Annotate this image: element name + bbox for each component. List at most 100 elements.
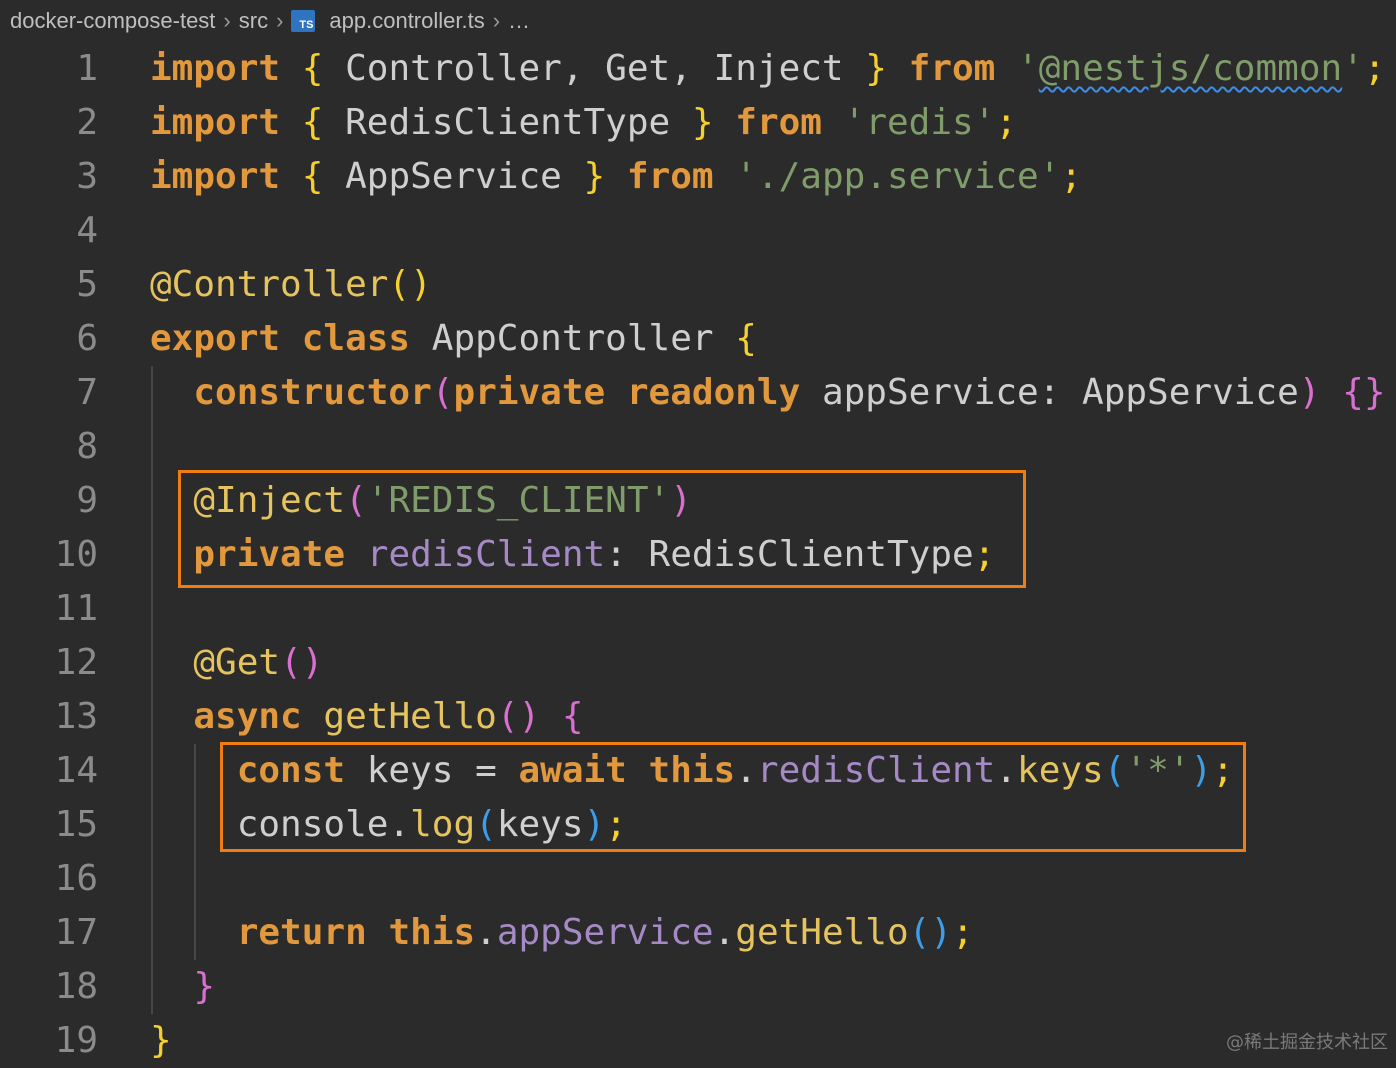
line-number: 12 [54, 642, 98, 683]
code-token: ; [952, 912, 974, 953]
line-number: 14 [54, 750, 98, 791]
code-token: { [301, 102, 324, 143]
code-token: getHello [323, 696, 497, 737]
code-token: { [301, 48, 324, 89]
line-number: 15 [54, 804, 98, 845]
code-text: async getHello() { [150, 690, 583, 744]
code-token: class [301, 318, 411, 359]
code-token: () [280, 642, 324, 683]
code-token: { [301, 156, 324, 197]
code-token: () [496, 696, 541, 737]
highlight-box-redis-injection [178, 470, 1026, 588]
code-token: ) [1298, 372, 1321, 413]
code-token: . [713, 912, 736, 953]
breadcrumb-folder-project[interactable]: docker-compose-test [10, 8, 215, 34]
code-token: import [150, 102, 281, 143]
code-token: @Controller [150, 264, 389, 305]
code-token: from [626, 156, 714, 197]
line-number: 9 [76, 480, 98, 521]
code-token: ( [431, 372, 454, 413]
code-text: import { Controller, Get, Inject } from … [150, 42, 1386, 96]
code-token: constructor [193, 372, 432, 413]
code-token: import [150, 48, 281, 89]
code-text: import { RedisClientType } from 'redis'; [150, 96, 1017, 150]
code-token: RedisClientType [323, 102, 692, 143]
code-text: import { AppService } from './app.servic… [150, 150, 1082, 204]
code-token: ; [1060, 156, 1083, 197]
line-number: 3 [76, 156, 98, 197]
code-editor[interactable]: docker-compose-test › src › TS app.contr… [0, 0, 1396, 1061]
code-token: () [908, 912, 953, 953]
code-text: @Get() [150, 636, 323, 690]
line-number: 10 [54, 534, 98, 575]
code-text: } [150, 960, 215, 1014]
chevron-right-icon: › [276, 8, 284, 33]
highlight-box-redis-keys-call [220, 742, 1246, 852]
code-token: private [453, 372, 606, 413]
line-number: 13 [54, 696, 98, 737]
code-token: this [388, 912, 476, 953]
line-number: 18 [54, 966, 98, 1007]
code-token: return [236, 912, 367, 953]
line-number: 11 [54, 588, 98, 629]
code-token: readonly [626, 372, 801, 413]
breadcrumb-folder-src[interactable]: src [239, 8, 268, 34]
code-token: } [691, 102, 714, 143]
code-token: } [865, 48, 887, 89]
code-token: ' [1342, 48, 1364, 89]
code-token: ; [995, 102, 1018, 143]
code-token: ; [1363, 48, 1386, 89]
code-token: async [193, 696, 302, 737]
indent-guide-class-body [151, 366, 153, 1014]
line-number: 7 [76, 372, 98, 413]
code-token: './app.service' [735, 156, 1061, 197]
typescript-file-icon: TS [291, 10, 316, 32]
code-text: return this.appService.getHello(); [150, 906, 974, 960]
line-number: 6 [76, 318, 98, 359]
line-number: 2 [76, 102, 98, 143]
code-token: } [583, 156, 606, 197]
breadcrumb-file[interactable]: app.controller.ts [329, 8, 484, 34]
line-number: 17 [54, 912, 98, 953]
code-token: import [150, 156, 281, 197]
code-token: AppController [410, 318, 736, 359]
indent-guide-method-body [194, 744, 196, 960]
line-number: 5 [76, 264, 98, 305]
code-token: () [388, 264, 432, 305]
code-token: AppService [323, 156, 584, 197]
code-token: { [735, 318, 757, 359]
line-number: 1 [76, 48, 98, 89]
code-token: export [150, 318, 281, 359]
code-token: from [735, 102, 822, 143]
code-token: } [193, 966, 216, 1007]
line-number: 8 [76, 426, 98, 467]
code-token: @nestjs/common [1038, 48, 1343, 89]
code-token: appService: AppService [800, 372, 1299, 413]
breadcrumb: docker-compose-test › src › TS app.contr… [10, 4, 530, 38]
watermark: @稀土掘金技术社区 [1226, 1032, 1388, 1053]
code-text: export class AppController { [150, 312, 757, 366]
chevron-right-icon: › [223, 8, 231, 33]
code-token: ' [1017, 48, 1039, 89]
breadcrumb-symbol-ellipsis[interactable]: … [508, 8, 530, 34]
code-token: getHello [735, 912, 909, 953]
chevron-right-icon: › [492, 8, 501, 33]
line-number: 16 [54, 858, 98, 899]
code-token: appService [496, 912, 714, 953]
code-token: Controller, Get, Inject [323, 48, 866, 89]
line-number: 4 [76, 210, 98, 251]
code-text: constructor(private readonly appService:… [150, 366, 1385, 420]
